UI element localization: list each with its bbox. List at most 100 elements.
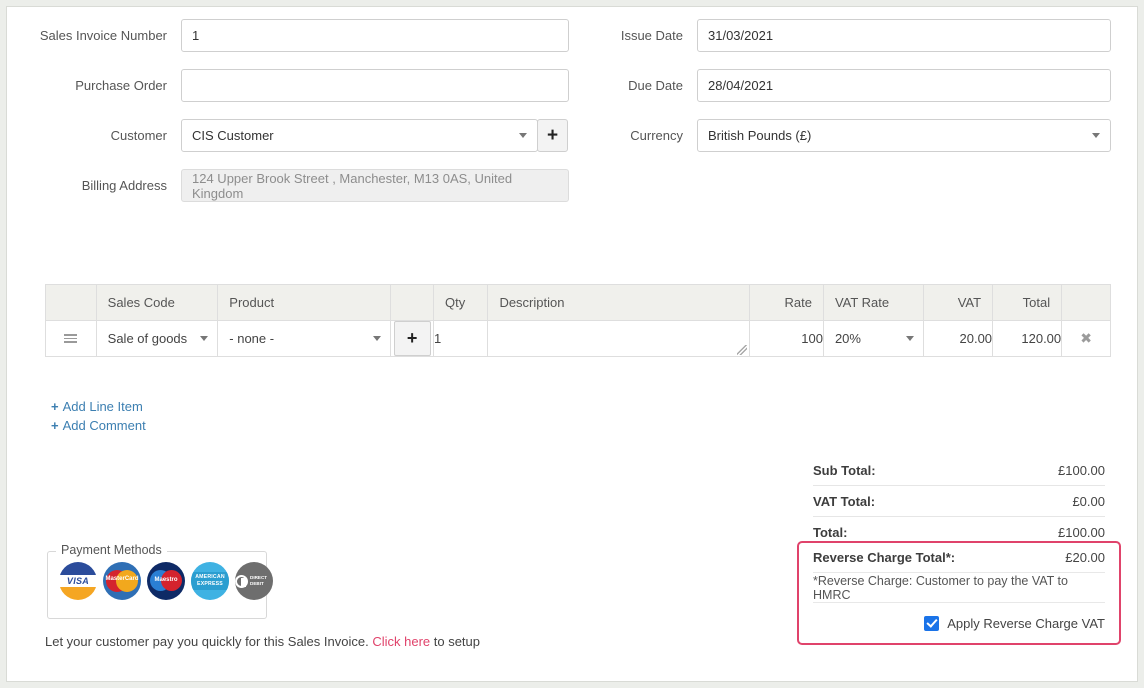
maestro-icon-label: Maestro: [154, 577, 178, 583]
select-sales-code[interactable]: Sale of goods: [97, 321, 218, 356]
input-sales-invoice-number[interactable]: 1: [181, 19, 569, 52]
sub-total-value: £100.00: [1058, 462, 1105, 478]
visa-icon-label: VISA: [66, 575, 90, 586]
col-vat-rate: VAT Rate: [822, 284, 925, 321]
cell-rate[interactable]: 100: [749, 320, 824, 357]
input-purchase-order[interactable]: [181, 69, 569, 102]
chevron-down-icon: [373, 336, 382, 341]
field-purchase-order: Purchase Order: [7, 69, 569, 102]
payment-setup-note-after: to setup: [430, 634, 480, 649]
label-due-date: Due Date: [628, 78, 683, 93]
reverse-charge-total-row: Reverse Charge Total*: £20.00: [813, 543, 1105, 573]
select-product-value: - none -: [229, 331, 275, 346]
totals-panel: Sub Total: £100.00 VAT Total: £0.00 Tota…: [813, 455, 1105, 548]
col-total: Total: [992, 284, 1063, 321]
mastercard-icon-label: MasterCard: [105, 576, 139, 582]
visa-icon: VISA: [59, 562, 97, 600]
col-delete: [1061, 284, 1111, 321]
add-line-item-label: Add Line Item: [62, 399, 143, 414]
chevron-down-icon: [906, 336, 915, 341]
maestro-icon: Maestro: [147, 562, 185, 600]
chevron-down-icon: [200, 336, 209, 341]
select-currency-value: British Pounds (£): [708, 128, 812, 143]
field-customer: Customer CIS Customer +: [7, 119, 577, 152]
col-product-add: [390, 284, 434, 321]
col-sales-code: Sales Code: [95, 284, 219, 321]
select-customer[interactable]: CIS Customer: [181, 119, 538, 152]
apply-reverse-charge-vat-label: Apply Reverse Charge VAT: [947, 615, 1105, 631]
select-customer-value: CIS Customer: [192, 128, 274, 143]
select-product[interactable]: - none -: [218, 321, 390, 356]
input-issue-date[interactable]: 31/03/2021: [697, 19, 1111, 52]
total-label: Total:: [813, 525, 848, 540]
payment-setup-note-before: Let your customer pay you quickly for th…: [45, 634, 373, 649]
cell-product-add[interactable]: +: [390, 320, 434, 357]
field-issue-date: Issue Date 31/03/2021: [523, 19, 1111, 52]
field-due-date: Due Date 28/04/2021: [523, 69, 1111, 102]
american-express-icon-label: AMERICAN EXPRESS: [191, 572, 229, 590]
col-handle: [45, 284, 97, 321]
mastercard-icon: MasterCard: [103, 562, 141, 600]
field-currency: Currency British Pounds (£): [523, 119, 1111, 152]
add-comment-link[interactable]: + Add Comment: [51, 416, 146, 435]
american-express-icon: AMERICAN EXPRESS: [191, 562, 229, 600]
cell-sales-code[interactable]: Sale of goods: [95, 320, 219, 357]
direct-debit-icon-label: DIRECT DEBIT: [250, 575, 268, 586]
cell-description[interactable]: [487, 320, 751, 357]
cell-product[interactable]: - none -: [217, 320, 392, 357]
table-header-row: Sales Code Product Qty Description Rate …: [45, 284, 1111, 321]
col-vat: VAT: [923, 284, 994, 321]
col-rate: Rate: [749, 284, 824, 321]
reverse-charge-panel: Reverse Charge Total*: £20.00 *Reverse C…: [797, 541, 1121, 645]
sub-total-label: Sub Total:: [813, 462, 876, 478]
cell-total: 120.00: [992, 320, 1063, 357]
select-sales-code-value: Sale of goods: [107, 331, 188, 346]
select-vat-rate[interactable]: 20%: [824, 321, 923, 356]
total-row-vat-total: VAT Total: £0.00: [813, 486, 1105, 517]
total-row-sub-total: Sub Total: £100.00: [813, 455, 1105, 486]
payment-methods-panel: Payment Methods VISA MasterCard Maestro …: [47, 543, 273, 619]
label-billing-address: Billing Address: [81, 178, 167, 193]
label-purchase-order: Purchase Order: [75, 78, 167, 93]
payment-methods-icons: VISA MasterCard Maestro AMERICAN EXPRESS…: [48, 552, 273, 600]
label-issue-date: Issue Date: [620, 28, 683, 43]
vat-total-label: VAT Total:: [813, 493, 876, 509]
payment-setup-link[interactable]: Click here: [372, 634, 430, 649]
cell-vat-rate[interactable]: 20%: [822, 320, 925, 357]
drag-handle-icon[interactable]: [64, 334, 78, 343]
input-due-date[interactable]: 28/04/2021: [697, 69, 1111, 102]
add-line-item-link[interactable]: + Add Line Item: [51, 397, 146, 416]
delete-row-icon[interactable]: ✖: [1080, 330, 1092, 346]
plus-icon: +: [51, 418, 59, 433]
vat-total-value: £0.00: [1072, 493, 1105, 509]
col-qty: Qty: [432, 284, 489, 321]
plus-icon: +: [51, 399, 59, 414]
field-billing-address: Billing Address 124 Upper Brook Street ,…: [7, 169, 569, 202]
reverse-charge-checkbox-row[interactable]: Apply Reverse Charge VAT: [813, 603, 1105, 643]
cell-vat: 20.00: [923, 320, 994, 357]
payment-setup-note: Let your customer pay you quickly for th…: [45, 634, 480, 649]
invoice-page-card: Sales Invoice Number 1 Purchase Order Cu…: [6, 6, 1138, 682]
resize-grip-icon[interactable]: [737, 345, 748, 355]
table-row: Sale of goods - none - + 1 100 20% 20.00…: [45, 320, 1111, 357]
label-sales-invoice-number: Sales Invoice Number: [39, 28, 167, 43]
add-comment-label: Add Comment: [62, 418, 146, 433]
input-description[interactable]: [488, 331, 510, 346]
reverse-charge-note: *Reverse Charge: Customer to pay the VAT…: [813, 573, 1105, 603]
label-customer: Customer: [110, 128, 167, 143]
cell-qty[interactable]: 1: [432, 320, 489, 357]
field-sales-invoice-number: Sales Invoice Number 1: [7, 19, 569, 52]
line-item-actions: + Add Line Item + Add Comment: [51, 397, 146, 435]
apply-reverse-charge-vat-checkbox[interactable]: [924, 615, 940, 631]
row-drag-handle-cell[interactable]: [45, 320, 97, 357]
col-description: Description: [487, 284, 751, 321]
cell-delete[interactable]: ✖: [1061, 320, 1111, 357]
reverse-charge-total-value: £20.00: [1065, 550, 1105, 565]
select-currency[interactable]: British Pounds (£): [697, 119, 1111, 152]
payment-methods-legend: Payment Methods: [56, 543, 167, 557]
add-product-button[interactable]: +: [393, 321, 431, 356]
label-currency: Currency: [630, 128, 683, 143]
input-billing-address: 124 Upper Brook Street , Manchester, M13…: [181, 169, 569, 202]
col-product: Product: [217, 284, 392, 321]
chevron-down-icon: [1092, 133, 1100, 138]
